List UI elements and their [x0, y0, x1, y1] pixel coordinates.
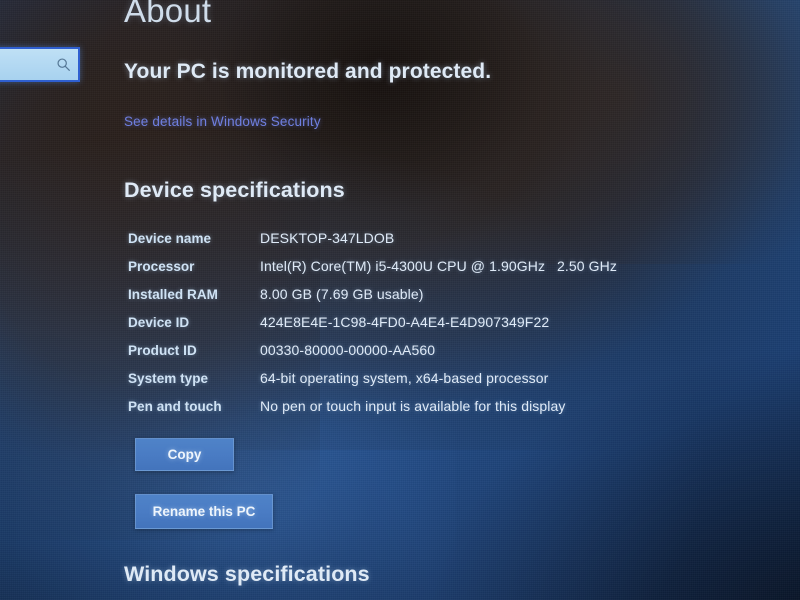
table-row: System type 64-bit operating system, x64…	[128, 370, 688, 398]
spec-value-pen-and-touch: No pen or touch input is available for t…	[260, 398, 566, 414]
spec-value-installed-ram: 8.00 GB (7.69 GB usable)	[260, 286, 424, 302]
spec-label-pen-and-touch: Pen and touch	[128, 399, 222, 414]
spec-value-device-name: DESKTOP-347LDOB	[260, 230, 395, 246]
page-title: About	[124, 0, 212, 29]
spec-label-product-id: Product ID	[128, 343, 197, 358]
spec-label-device-name: Device name	[128, 231, 212, 246]
table-row: Device ID 424E8E4E-1C98-4FD0-A4E4-E4D907…	[128, 314, 688, 342]
spec-value-system-type: 64-bit operating system, x64-based proce…	[260, 370, 549, 386]
device-specifications-table: Device name DESKTOP-347LDOB Processor In…	[128, 230, 688, 426]
spec-value-product-id: 00330-80000-00000-AA560	[260, 342, 436, 358]
copy-button[interactable]: Copy	[135, 438, 234, 471]
spec-label-processor: Processor	[128, 259, 195, 274]
security-status-text: Your PC is monitored and protected.	[124, 60, 492, 83]
device-specifications-heading: Device specifications	[124, 178, 345, 202]
settings-search-box[interactable]	[0, 47, 80, 82]
windows-security-details-link[interactable]: See details in Windows Security	[124, 114, 321, 129]
spec-value-processor: Intel(R) Core(TM) i5-4300U CPU @ 1.90GHz…	[260, 258, 617, 274]
windows-specifications-heading: Windows specifications	[124, 562, 370, 586]
rename-this-pc-button[interactable]: Rename this PC	[135, 494, 273, 529]
table-row: Device name DESKTOP-347LDOB	[128, 230, 688, 258]
table-row: Processor Intel(R) Core(TM) i5-4300U CPU…	[128, 258, 688, 286]
table-row: Product ID 00330-80000-00000-AA560	[128, 342, 688, 370]
spec-label-installed-ram: Installed RAM	[128, 287, 218, 302]
table-row: Pen and touch No pen or touch input is a…	[128, 398, 688, 426]
spec-label-system-type: System type	[128, 371, 209, 386]
search-icon	[56, 57, 71, 72]
spec-value-device-id: 424E8E4E-1C98-4FD0-A4E4-E4D907349F22	[260, 314, 550, 330]
table-row: Installed RAM 8.00 GB (7.69 GB usable)	[128, 286, 688, 314]
spec-label-device-id: Device ID	[128, 315, 190, 330]
